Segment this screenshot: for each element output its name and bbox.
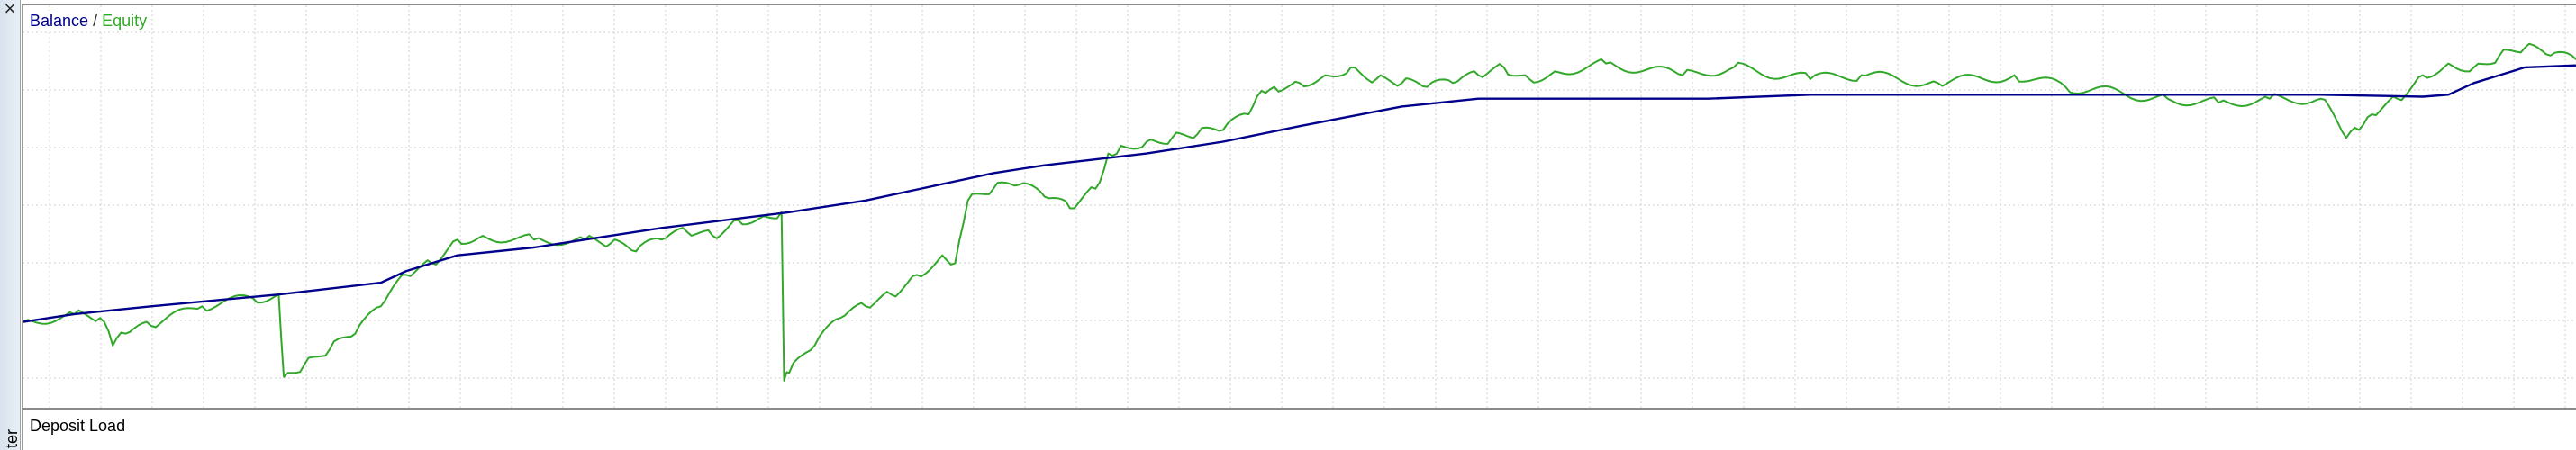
tester-side-tab[interactable]: × ter [0,0,21,450]
chart-legend: Balance / Equity [30,11,150,31]
close-icon[interactable]: × [3,0,17,18]
chart-canvas [23,5,2576,408]
side-tab-label: ter [3,428,20,448]
chart-grid [23,5,2576,408]
side-tab-label-box: ter [0,421,20,450]
balance-equity-chart: Balance / Equity [22,4,2576,410]
legend-equity: Equity [102,12,148,30]
deposit-load-title: Deposit Load [30,417,126,435]
deposit-load-panel: Deposit Load [22,410,2576,450]
chart-series [23,42,2576,382]
legend-balance: Balance [30,12,89,30]
legend-separator: / [93,12,98,30]
